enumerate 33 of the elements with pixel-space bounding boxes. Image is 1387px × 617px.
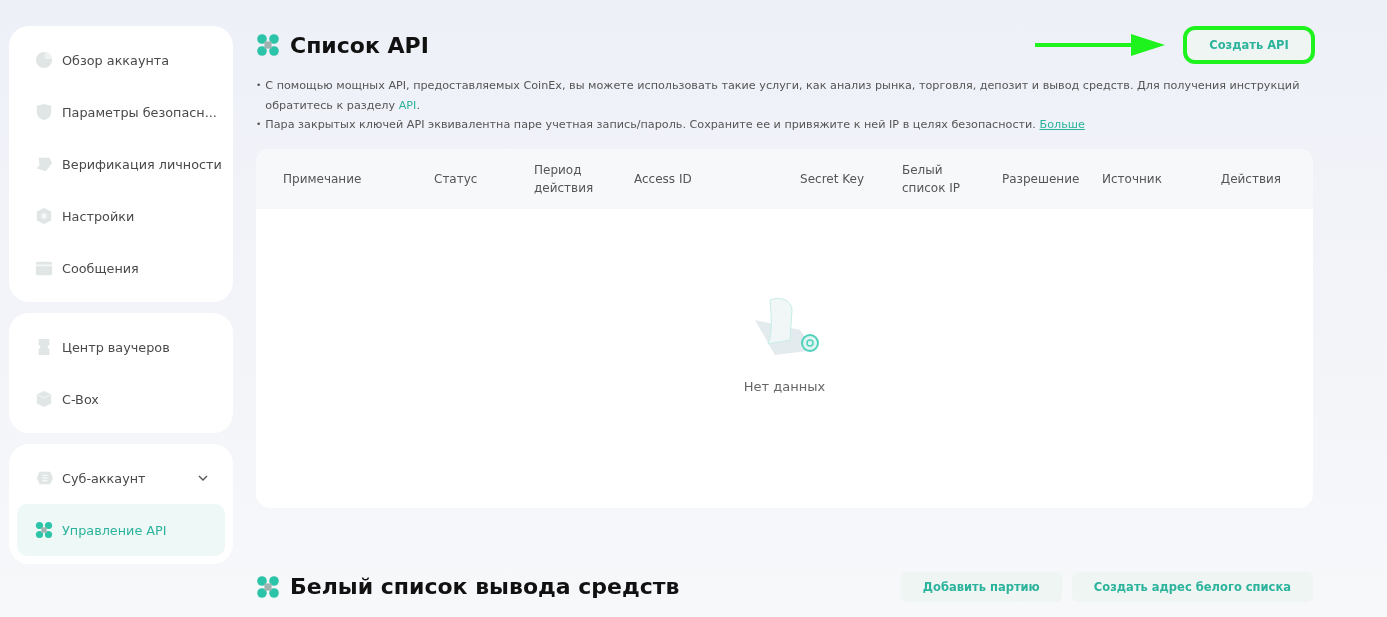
box-icon [35, 390, 53, 408]
api-icon [256, 574, 280, 599]
sidebar-item[interactable]: Центр ваучеров [17, 321, 225, 373]
sidebar-item[interactable]: Параметры безопасн... [17, 86, 225, 138]
api-icon [256, 33, 280, 57]
sidebar-item[interactable]: Обзор аккаунта [17, 34, 225, 86]
section-title: Список API [290, 32, 429, 58]
note-text: С помощью мощных API, предоставляемых CoinEx, вы можете использовать такие услуги, как анализ рынка, торговля, депозит и вывод средств. Для получения инструкций обратитесь к разделу API. [265, 78, 1301, 114]
shield-icon [35, 103, 53, 121]
sidebar-item[interactable]: Настройки [17, 190, 225, 242]
column-header: Разрешение [1002, 170, 1081, 188]
bullet: • [256, 79, 262, 92]
column-header: Примечание [283, 170, 363, 188]
section-title: Белый список вывода средств [290, 574, 680, 599]
column-header: Access ID [634, 170, 693, 188]
pie-chart-icon [35, 51, 53, 69]
bullet: • [256, 118, 262, 131]
column-header: Белый список IP [901, 161, 962, 197]
column-header: Статус [434, 170, 479, 188]
sidebar-item[interactable]: Суб-аккаунт [17, 452, 225, 504]
column-header: Secret Key [799, 170, 864, 188]
api-icon [35, 521, 53, 539]
gear-icon [35, 207, 53, 225]
sidebar-item[interactable]: Верификация личности [17, 138, 225, 190]
sidebar-item[interactable]: C-Box [17, 373, 225, 425]
note-text: Пара закрытых ключей API эквивалентна паре учетная запись/пароль. Сохраните ее и привяжите к ней IP в целях безопасности. Больше [265, 117, 1086, 133]
inbox-icon [35, 259, 53, 277]
column-header: Период действия [534, 161, 595, 197]
column-header: Действия [1219, 170, 1281, 188]
column-header: Источник [1102, 170, 1163, 188]
list-icon [35, 469, 53, 487]
sidebar-item[interactable]: Сообщения [17, 242, 225, 294]
empty-state-text: Нет данных [743, 378, 826, 394]
